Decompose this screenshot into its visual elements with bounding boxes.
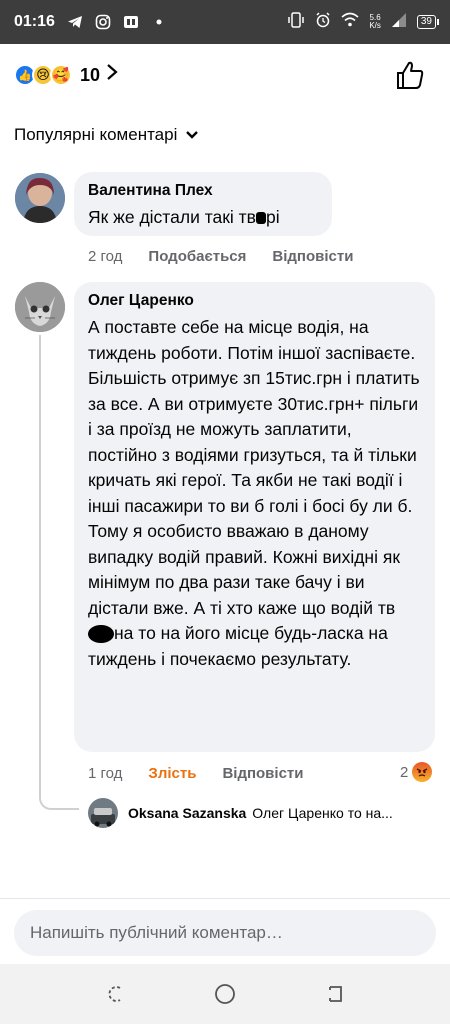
like-button[interactable]: Подобається <box>148 248 246 265</box>
comment-author[interactable]: Валентина Плех <box>88 181 318 201</box>
recents-icon <box>108 986 121 1002</box>
care-reaction-icon: 🥰 <box>50 64 72 86</box>
profile-photo-valentyna <box>15 173 65 223</box>
comment-actions: 2 год Подобається Відповісти <box>88 248 379 265</box>
comment-bubble: Олег Царенко А поставте себе на місце во… <box>74 282 435 752</box>
comment-time[interactable]: 2 год <box>88 248 122 265</box>
home-button[interactable] <box>213 982 237 1006</box>
chevron-right-icon <box>106 63 118 87</box>
status-bar: 01:16 5.6 K/s 39 <box>0 0 450 44</box>
comment-reaction-count[interactable]: 2 <box>400 762 433 782</box>
reaction-button[interactable]: Злість <box>148 765 196 782</box>
profile-photo-oksana <box>88 798 118 828</box>
alarm-icon <box>315 11 331 33</box>
comment-actions: 1 год Злість Відповісти <box>88 765 329 782</box>
dot-icon <box>151 14 167 30</box>
comment-text: А поставте себе на місце водія, на тижде… <box>88 317 420 669</box>
system-nav-bar <box>0 964 450 1024</box>
reactions-summary[interactable]: 👍 😢 🥰 10 <box>14 60 118 90</box>
back-icon <box>329 986 342 1002</box>
wifi-icon <box>341 12 359 33</box>
battery-indicator: 39 <box>416 15 440 29</box>
home-icon <box>215 984 235 1004</box>
like-post-button[interactable] <box>396 60 424 90</box>
reply-text: Олег Царенко то на... <box>252 805 393 821</box>
avatar <box>88 798 118 828</box>
comment-time[interactable]: 1 год <box>88 765 122 782</box>
reply-author: Oksana Sazanska <box>128 805 247 821</box>
comment-author[interactable]: Олег Царенко <box>88 291 421 311</box>
thumbs-up-icon <box>397 61 424 89</box>
vibrate-icon <box>287 11 305 33</box>
net-speed: 5.6 K/s <box>369 13 381 30</box>
back-button[interactable] <box>323 982 347 1006</box>
status-time: 01:16 <box>14 13 55 30</box>
recents-button[interactable] <box>103 982 127 1006</box>
comment-sort-dropdown[interactable]: Популярні коментарі <box>14 125 199 145</box>
redaction-mark <box>88 625 114 644</box>
divider <box>0 898 450 899</box>
profile-photo-oleg <box>15 282 65 332</box>
comment-text: Як же дістали такі тв рі <box>88 207 280 227</box>
reply-preview[interactable]: Oksana Sazanska Олег Царенко то на... <box>88 797 438 829</box>
comment-input[interactable]: Напишіть публічний коментар… <box>14 910 436 956</box>
avatar[interactable] <box>15 282 65 332</box>
reply-button[interactable]: Відповісти <box>272 248 353 265</box>
signal-icon <box>391 12 407 33</box>
avatar[interactable] <box>15 173 65 223</box>
telegram-icon <box>67 14 83 30</box>
sort-label: Популярні коментарі <box>14 125 178 144</box>
reply-button[interactable]: Відповісти <box>222 765 303 782</box>
chevron-down-icon <box>185 127 199 143</box>
instagram-icon <box>95 14 111 30</box>
reactions-count: 10 <box>80 64 101 85</box>
angry-reaction-icon <box>412 762 433 782</box>
thread-line <box>39 335 79 810</box>
app-icon <box>123 14 139 30</box>
comment-bubble: Валентина Плех Як же дістали такі тв рі <box>74 172 332 236</box>
redaction-mark <box>255 212 266 225</box>
